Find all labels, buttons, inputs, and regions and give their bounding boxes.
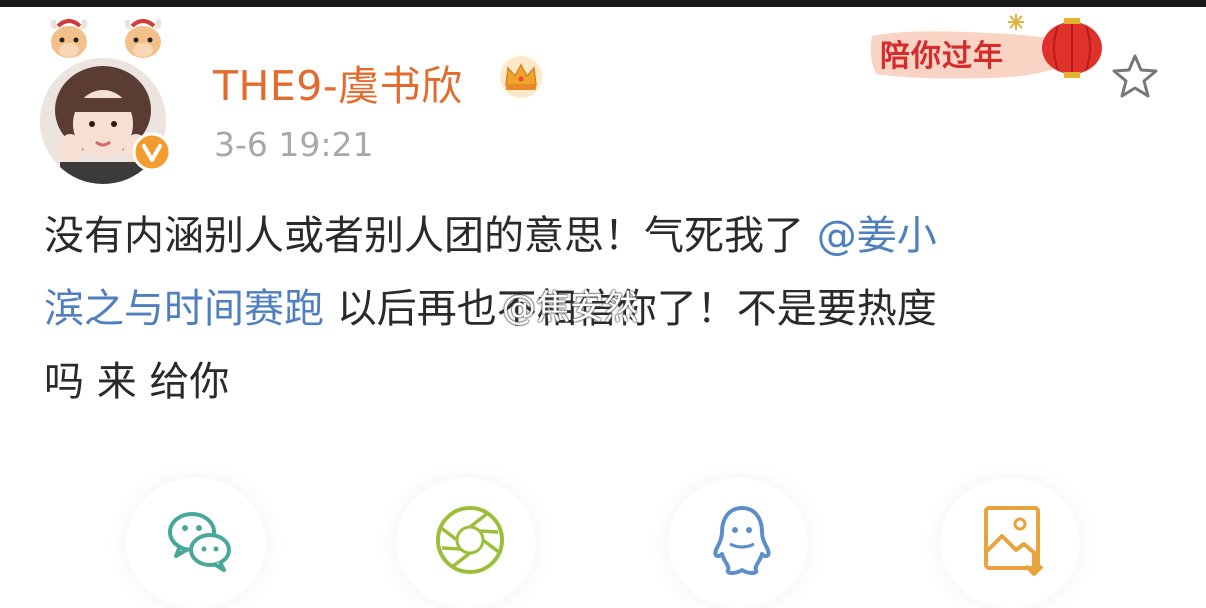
moments-icon bbox=[436, 506, 504, 574]
wechat-icon bbox=[168, 512, 231, 572]
badge-label: 陪你过年 bbox=[880, 39, 1004, 74]
content-text: 吗 来 给你 bbox=[44, 359, 230, 405]
weibo-watermark: @焦安然 bbox=[502, 288, 638, 328]
post-timestamp: 3-6 19:21 bbox=[214, 125, 374, 164]
content-text: 没有内涵别人或者别人团的意思！气死我了 bbox=[44, 213, 817, 259]
mention-link[interactable]: 滨之与时间赛跑 bbox=[44, 286, 324, 332]
cow-decoration-icon bbox=[50, 19, 88, 58]
share-moments-button[interactable] bbox=[396, 478, 536, 608]
top-bar bbox=[0, 0, 1206, 7]
share-bar bbox=[0, 470, 1206, 603]
favorite-star-icon[interactable] bbox=[1110, 52, 1160, 100]
content-line-3: 吗 来 给你 bbox=[44, 346, 1164, 419]
share-qq-button[interactable] bbox=[668, 478, 808, 608]
verified-badge-icon bbox=[132, 132, 172, 172]
cow-decoration-icon bbox=[124, 19, 162, 58]
avatar-group[interactable] bbox=[36, 14, 186, 184]
save-image-button[interactable] bbox=[940, 478, 1080, 608]
content-line-1: 没有内涵别人或者别人团的意思！气死我了 @姜小 bbox=[44, 200, 1164, 273]
author-name[interactable]: THE9-虞书欣 bbox=[213, 52, 463, 112]
crown-icon bbox=[500, 56, 542, 98]
share-wechat-button[interactable] bbox=[126, 478, 266, 608]
mention-link[interactable]: @姜小 bbox=[817, 213, 937, 259]
save-image-icon bbox=[984, 506, 1044, 576]
qq-icon bbox=[713, 506, 771, 575]
